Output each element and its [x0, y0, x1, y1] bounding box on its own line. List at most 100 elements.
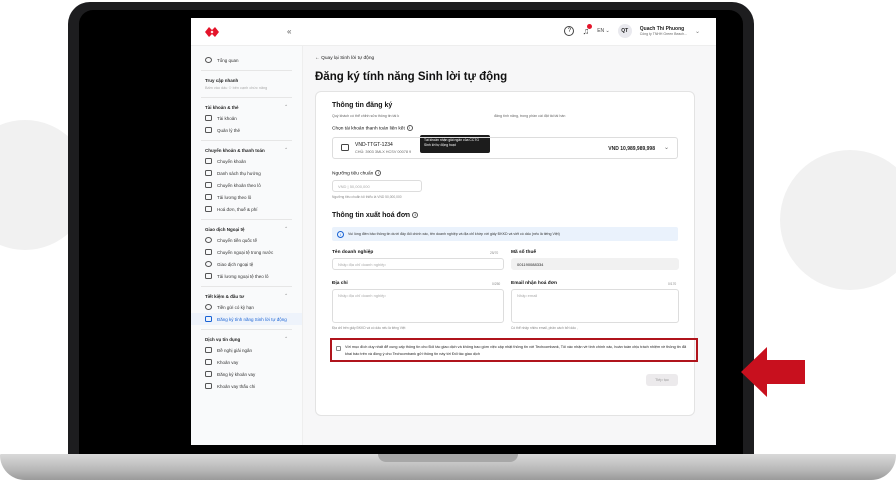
sidebar-item-label: Đăng ký tính năng Sinh lời tự động: [217, 316, 287, 322]
info-icon[interactable]: i: [406, 125, 413, 131]
company-count: 25/70: [490, 251, 499, 255]
collapse-sidebar-button[interactable]: «: [287, 27, 291, 36]
payroll-icon: [205, 273, 212, 279]
back-link[interactable]: ← Quay lại Sinh lời tự động: [315, 56, 374, 61]
consent-text: Với mục đích duy nhất để cung cấp thông …: [345, 345, 687, 356]
help-icon[interactable]: ?: [564, 26, 575, 36]
reg-info-desc-end: đăng tính năng, trong phần cài đặt tài t…: [494, 114, 566, 118]
invoice-title-text: Thông tin xuất hoá đơn: [332, 212, 411, 219]
sidebar-item-label: Quản lý thẻ: [217, 127, 241, 133]
info-icon[interactable]: i: [375, 170, 382, 176]
sidebar-item-accounts[interactable]: Tài khoản: [191, 112, 302, 124]
consent-box-highlight: Với mục đích duy nhất để cung cấp thông …: [330, 338, 698, 362]
section-accounts[interactable]: Tài khoản & thẻ ⌃: [191, 102, 302, 112]
sidebar-item-intl-transfer[interactable]: Chuyển tiền quốc tế: [191, 234, 302, 246]
wallet-icon: [341, 144, 349, 151]
company-input[interactable]: Nhập địa chỉ doanh nghiệp: [332, 258, 504, 270]
sidebar-item-disbursement[interactable]: Đề nghị giải ngân: [191, 344, 302, 356]
invoice-title: Thông tin xuất hoá đơn i: [332, 212, 419, 219]
section-title: Tài khoản & thẻ: [205, 104, 239, 110]
section-quick-access: Truy cập nhanh: [191, 75, 302, 85]
account-number: CHỦ: 3903 3MLX HCSV 00078 9: [355, 150, 412, 154]
chevron-up-icon: ⌃: [284, 104, 288, 109]
bell-icon[interactable]: ♫: [582, 24, 593, 36]
page-title: Đăng ký tính năng Sinh lời tự động: [315, 71, 508, 83]
divider: [201, 97, 292, 98]
sidebar-item-overview[interactable]: Tổng quan: [191, 54, 302, 66]
avatar[interactable]: QT: [617, 24, 632, 38]
chevron-up-icon: ⌃: [284, 336, 288, 341]
chevron-up-icon: ⌃: [284, 226, 288, 231]
email-label: Email nhận hoá đơn: [511, 281, 558, 286]
techcombank-logo[interactable]: [205, 27, 219, 37]
sidebar-item-domestic-fx[interactable]: Chuyển ngoại tệ trong nước: [191, 246, 302, 258]
sidebar-item-label: Đăng ký khoản vay: [217, 371, 256, 377]
section-credit[interactable]: Dịch vụ tín dụng ⌃: [191, 334, 302, 344]
address-count: 0/250: [492, 282, 501, 286]
bank-icon: [205, 115, 212, 121]
user-company: Công ty TNHH Green Beach...: [639, 32, 687, 36]
registration-card: Thông tin đăng ký Quý khách có thể chỉnh…: [315, 91, 698, 416]
email-count: 0/170: [668, 282, 677, 286]
user-menu[interactable]: Quach Thi Phuong Công ty TNHH Green Beac…: [640, 26, 687, 36]
invoice-notice: i Vui lòng điền bảo thông tin dưới đây đ…: [332, 227, 678, 241]
sidebar-item-term-deposit[interactable]: Tiền gửi có kỳ hạn: [191, 301, 302, 313]
sidebar: Tổng quan Truy cập nhanh Bấm vào dấu ✩ b…: [191, 46, 303, 445]
threshold-hint: Ngưỡng tiêu chuẩn tối thiểu là VND 50,00…: [332, 195, 402, 199]
info-icon[interactable]: i: [412, 212, 419, 219]
document-icon: [205, 347, 212, 353]
invoice-notice-text: Vui lòng điền bảo thông tin dưới đây đối…: [348, 232, 560, 236]
sidebar-item-payroll[interactable]: Tải lương theo lô: [191, 191, 302, 203]
top-right-controls: ? ♫ EN ⌄ QT Quach Thi Phuong Công ty TNH…: [564, 24, 700, 38]
address-label: Địa chỉ: [332, 281, 348, 286]
quick-access-hint: Bấm vào dấu ✩ bên cạnh chức năng: [205, 86, 268, 90]
section-title: Tiết kiệm & đầu tư: [205, 293, 245, 299]
account-balance: VND 10,989,989,998: [608, 146, 655, 152]
account-selector[interactable]: VND-TTGT-1234 CHỦ: 3903 3MLX HCSV 00078 …: [332, 137, 678, 159]
form-icon: [205, 371, 212, 377]
sidebar-item-overdraft[interactable]: Khoản vay thấu chi: [191, 380, 302, 392]
notification-dot: [587, 24, 593, 29]
overdraft-icon: [205, 383, 212, 389]
sidebar-item-loans[interactable]: Khoản vay: [191, 356, 302, 368]
section-savings[interactable]: Tiết kiệm & đầu tư ⌃: [191, 291, 302, 301]
email-textarea[interactable]: Nhập email: [511, 289, 679, 323]
bill-icon: [205, 206, 212, 212]
divider: [201, 286, 292, 287]
sidebar-item-label: Tiền gửi có kỳ hạn: [217, 304, 254, 310]
sidebar-item-cards[interactable]: Quản lý thẻ: [191, 124, 302, 136]
consent-checkbox[interactable]: [336, 346, 341, 351]
sidebar-item-label: Tổng quan: [217, 57, 239, 63]
sidebar-item-bills[interactable]: Hoá đơn, thuế & phí: [191, 203, 302, 215]
address-hint: Địa chỉ trên giấy ĐKKD và có dấu nếu là …: [332, 326, 406, 330]
tax-label: Mã số thuế: [511, 250, 537, 255]
dashboard-icon: [205, 57, 212, 63]
sidebar-item-label: Tài khoản: [217, 115, 237, 121]
sidebar-item-beneficiaries[interactable]: Danh sách thụ hưởng: [191, 167, 302, 179]
section-fx[interactable]: Giao dịch Ngoại tệ ⌃: [191, 224, 302, 234]
continue-button[interactable]: Tiếp tục: [646, 374, 678, 386]
threshold-input[interactable]: VND | 50,000,000: [332, 180, 422, 192]
loan-icon: [205, 359, 212, 365]
sidebar-item-fx-payroll[interactable]: Tải lương ngoại tệ theo lô: [191, 270, 302, 282]
address-textarea[interactable]: Nhập địa chỉ doanh nghiệp: [332, 289, 504, 323]
sidebar-item-auto-profit[interactable]: Đăng ký tính năng Sinh lời tự động: [191, 313, 302, 325]
deposit-icon: [205, 304, 212, 310]
growth-icon: [205, 316, 212, 322]
chevron-down-icon[interactable]: ⌄: [695, 28, 700, 35]
sidebar-item-batch-transfer[interactable]: Chuyển khoản theo lô: [191, 179, 302, 191]
payroll-icon: [205, 194, 212, 200]
section-title: Chuyển khoản & thanh toán: [205, 147, 265, 153]
section-transfer[interactable]: Chuyển khoản & thanh toán ⌃: [191, 145, 302, 155]
language-selector[interactable]: EN ⌄: [597, 28, 610, 34]
sidebar-item-label: Danh sách thụ hưởng: [217, 170, 261, 176]
sidebar-item-fx-trading[interactable]: Giao dịch ngoại tệ: [191, 258, 302, 270]
sidebar-item-loan-register[interactable]: Đăng ký khoản vay: [191, 368, 302, 380]
laptop-notch: [378, 454, 518, 462]
info-icon: i: [337, 230, 344, 238]
section-title: Truy cập nhanh: [205, 77, 239, 83]
list-icon: [205, 170, 212, 176]
arrow-left-pointer-icon: [741, 347, 805, 397]
sidebar-item-transfer[interactable]: Chuyển khoản: [191, 155, 302, 167]
sidebar-item-label: Khoản vay thấu chi: [217, 383, 256, 389]
